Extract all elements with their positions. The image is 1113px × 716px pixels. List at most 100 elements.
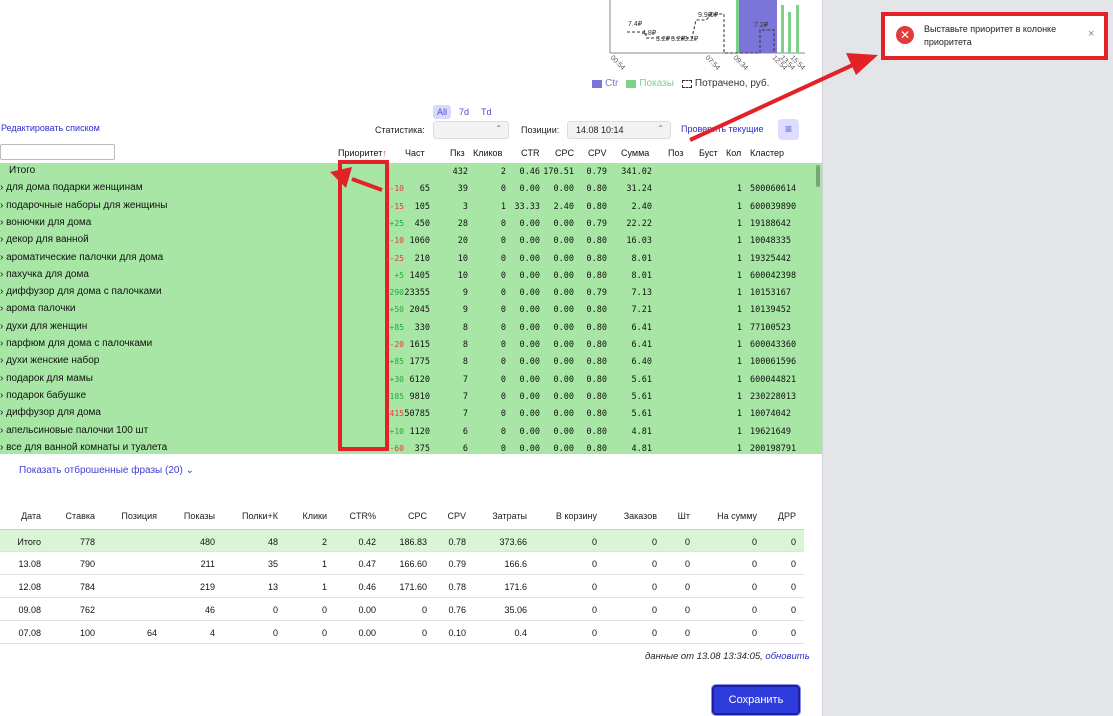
keyword-cpv: 0.80 <box>586 443 607 454</box>
stats-col-header[interactable]: Шт <box>678 511 690 521</box>
keyword-name: › апельсиновые палочки 100 шт <box>0 424 149 436</box>
col-sum[interactable]: Сумма <box>621 148 649 158</box>
stats-col-header[interactable]: ДРР <box>778 511 796 521</box>
keyword-ctr: 0.00 <box>519 357 540 368</box>
close-icon[interactable]: × <box>1088 28 1094 40</box>
col-freq[interactable]: Част <box>405 148 425 158</box>
col-boost[interactable]: Буст <box>699 148 718 158</box>
tab-all[interactable]: All <box>433 105 452 119</box>
keyword-row[interactable]: › ароматические палочки для дома -25 210 10… <box>0 250 816 267</box>
scrollbar-thumb[interactable] <box>816 165 820 187</box>
stats-col-header[interactable]: Позиция <box>121 511 157 521</box>
col-pos[interactable]: Поз <box>668 148 684 158</box>
keyword-cpv: 0.80 <box>586 340 607 350</box>
keyword-row[interactable]: › пахучка для дома +5 1405 10 0 0.00 0.00 0.80 8… <box>0 267 816 284</box>
keyword-cluster: 100061596 <box>750 357 797 368</box>
legend-ctr[interactable]: Ctr <box>592 78 618 89</box>
keyword-sum: 31.24 <box>626 184 652 195</box>
col-ctr[interactable]: CTR <box>521 148 540 158</box>
keyword-row[interactable]: › арома палочки +50 2045 9 0 0.00 0.00 0.80 7.21… <box>0 301 816 318</box>
stats-cell: 13.08 <box>18 559 41 569</box>
keyword-row[interactable]: › апельсиновые палочки 100 шт +10 1120 6 0 0.… <box>0 423 816 440</box>
edit-list-link[interactable]: Редактировать списком <box>1 123 100 133</box>
stats-col-header[interactable]: CPV <box>447 511 466 521</box>
stats-cell: 46 <box>204 605 215 615</box>
keyword-row[interactable]: › для дома подарки женщинам -10 65 39 0 0.00 0… <box>0 180 816 197</box>
keyword-clicks: 0 <box>500 305 506 316</box>
keyword-cpv: 0.79 <box>586 218 607 229</box>
keyword-ctr: 33.33 <box>514 201 540 212</box>
keyword-cpc: 0.00 <box>553 236 574 247</box>
stats-col-header[interactable]: В корзину <box>556 511 597 521</box>
total-row: Итого 432 2 0.46 170.51 0.79 341.02 <box>0 163 816 180</box>
freq-delta: +25 <box>389 218 404 228</box>
keyword-row[interactable]: › подарок для мамы +30 6120 7 0 0.00 0.00 0.80 5… <box>0 371 816 388</box>
stats-cell: 171.6 <box>504 582 527 592</box>
keyword-sum: 8.01 <box>631 253 652 264</box>
keyword-cluster: 10074042 <box>750 409 791 420</box>
stats-col-header[interactable]: Затраты <box>492 511 527 521</box>
keyword-cpc: 0.00 <box>553 426 574 437</box>
legend-label: Ctr <box>605 78 619 89</box>
keyword-cpc: 0.00 <box>553 270 574 281</box>
show-dropped-phrases-link[interactable]: Показать отброшенные фразы (20) ⌄ <box>19 465 194 476</box>
keyword-cpc: 0.00 <box>553 391 574 402</box>
legend-shows[interactable]: Показы <box>626 78 674 89</box>
stats-cell: 0 <box>751 628 757 638</box>
stats-cell: 0 <box>651 628 657 638</box>
stats-col-header[interactable]: Ставка <box>66 511 95 521</box>
keyword-row[interactable]: › декор для ванной -10 1060 20 0 0.00 0.00 0.80… <box>0 232 816 249</box>
stats-col-header[interactable]: Заказов <box>624 511 657 521</box>
keyword-cluster: 500060614 <box>750 184 797 195</box>
keyword-name: › диффузор для дома с палочками <box>0 286 162 298</box>
keyword-row[interactable]: › духи женские набор +85 1775 8 0 0.00 0.00 0.8… <box>0 353 816 370</box>
col-cluster[interactable]: Кластер <box>750 148 784 158</box>
tab-7d[interactable]: 7d <box>455 105 473 119</box>
refresh-link[interactable]: обновить <box>765 651 809 662</box>
col-pkz[interactable]: Пкз <box>450 148 465 158</box>
keyword-row[interactable]: › подарок бабушке +185 9810 7 0 0.00 0.00 0.80 5… <box>0 388 816 405</box>
keyword-row[interactable]: › духи для женщин +85 330 8 0 0.00 0.00 0.80 6.4… <box>0 319 816 336</box>
keyword-freq: 1615 <box>409 340 430 350</box>
stats-col-header[interactable]: Дата <box>21 511 41 521</box>
check-current-link[interactable]: Проверить текущие <box>681 124 764 134</box>
keyword-row[interactable]: › парфюм для дома с палочками -20 1615 8 0 0.… <box>0 336 816 353</box>
keyword-sum: 5.61 <box>631 409 652 420</box>
stats-col-header[interactable]: Полки+К <box>242 511 278 521</box>
stats-col-header[interactable]: На сумму <box>717 511 757 521</box>
keyword-clicks: 0 <box>500 340 506 350</box>
x-tick-label: 00:54 <box>609 54 626 71</box>
stats-col-header[interactable]: Показы <box>184 511 215 521</box>
keyword-name: › подарок бабушке <box>0 389 87 401</box>
keyword-clicks: 0 <box>500 184 506 195</box>
stats-cell: 0.79 <box>448 559 466 569</box>
col-cpc[interactable]: CPC <box>555 148 574 158</box>
keyword-row[interactable]: › диффузор для дома с палочками +290 23355… <box>0 284 816 301</box>
positions-label: Позиции: <box>521 125 560 135</box>
stats-cell: 784 <box>79 582 95 592</box>
positions-select[interactable]: 14.08 10:14 ⌃ <box>567 121 671 139</box>
keyword-row[interactable]: › диффузор для дома -415 50785 7 0 0.00 0.00 0.… <box>0 405 816 422</box>
keyword-sum: 8.01 <box>631 270 652 281</box>
keyword-row[interactable]: › все для ванной комнаты и туалета -60 375… <box>0 440 816 457</box>
keyword-row[interactable]: › подарочные наборы для женщины -15 105 3 1 3… <box>0 198 816 215</box>
keyword-pkz: 20 <box>457 236 468 247</box>
menu-button[interactable]: ≡ <box>778 119 799 140</box>
stats-col-header[interactable]: CPC <box>408 511 427 521</box>
stats-col-header[interactable]: Клики <box>303 511 328 521</box>
keyword-pkz: 8 <box>462 357 468 368</box>
col-cpv[interactable]: CPV <box>588 148 607 158</box>
col-clicks[interactable]: Кликов <box>473 148 502 158</box>
legend-spent[interactable]: Потрачено, руб. <box>681 78 769 89</box>
stats-col-header[interactable]: CTR% <box>350 511 377 521</box>
save-button[interactable]: Сохранить <box>712 685 800 715</box>
statistics-select[interactable]: ⌃ <box>433 121 509 139</box>
tab-td[interactable]: Td <box>477 105 496 119</box>
keyword-cpc: 0.00 <box>553 409 574 420</box>
keyword-ctr: 0.00 <box>519 391 540 402</box>
col-priority[interactable]: Приоритет↑ <box>338 148 387 158</box>
keyword-cpc: 2.40 <box>553 201 574 212</box>
keyword-row[interactable]: › вонючки для дома +25 450 28 0 0.00 0.00 0.79 2… <box>0 215 816 232</box>
keyword-cluster: 10153167 <box>750 288 791 299</box>
col-kol[interactable]: Кол <box>726 148 741 158</box>
